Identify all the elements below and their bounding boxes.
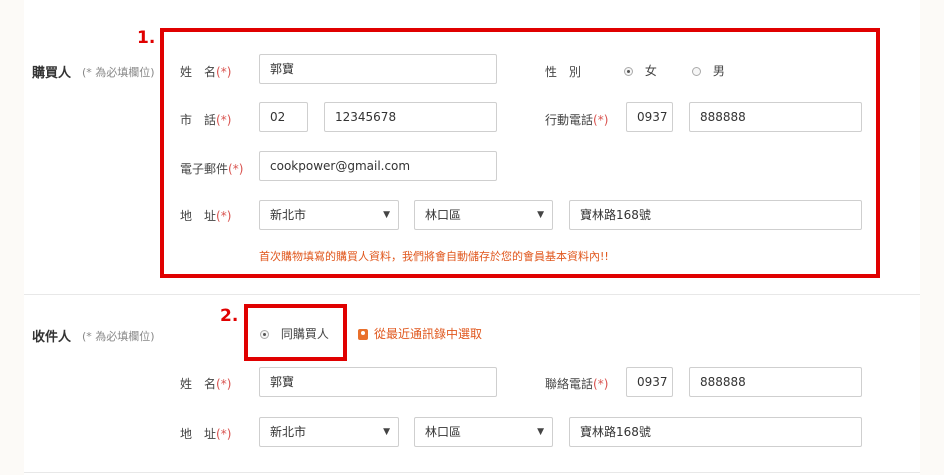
section-divider-bottom xyxy=(24,472,920,473)
receiver-phone-number-input[interactable]: 888888 xyxy=(689,367,862,397)
receiver-district-select[interactable]: 林口區 xyxy=(414,417,553,447)
receiver-address-label: 地 址(*) xyxy=(180,427,232,441)
annotation-box-2 xyxy=(244,304,347,361)
annotation-number-1: 1. xyxy=(137,28,156,48)
receiver-city-select[interactable]: 新北市 xyxy=(259,417,399,447)
receiver-street-input[interactable]: 寶林路168號 xyxy=(569,417,862,447)
annotation-box-1 xyxy=(160,28,880,278)
buyer-section-title: 購買人 xyxy=(32,66,72,81)
contact-book-icon xyxy=(358,329,368,340)
annotation-number-2: 2. xyxy=(220,306,239,326)
receiver-name-label: 姓 名(*) xyxy=(180,377,232,391)
buyer-required-note: (* 為必填欄位) xyxy=(82,66,155,79)
receiver-name-input[interactable]: 郭寶 xyxy=(259,367,497,397)
section-divider xyxy=(24,294,920,295)
receiver-phone-prefix-input[interactable]: 0937 xyxy=(626,367,673,397)
receiver-section-title: 收件人 xyxy=(32,330,72,345)
receiver-phone-label: 聯絡電話(*) xyxy=(545,377,609,391)
select-from-contacts-link[interactable]: 從最近通訊錄中選取 xyxy=(358,325,482,342)
receiver-required-note: (* 為必填欄位) xyxy=(82,330,155,343)
